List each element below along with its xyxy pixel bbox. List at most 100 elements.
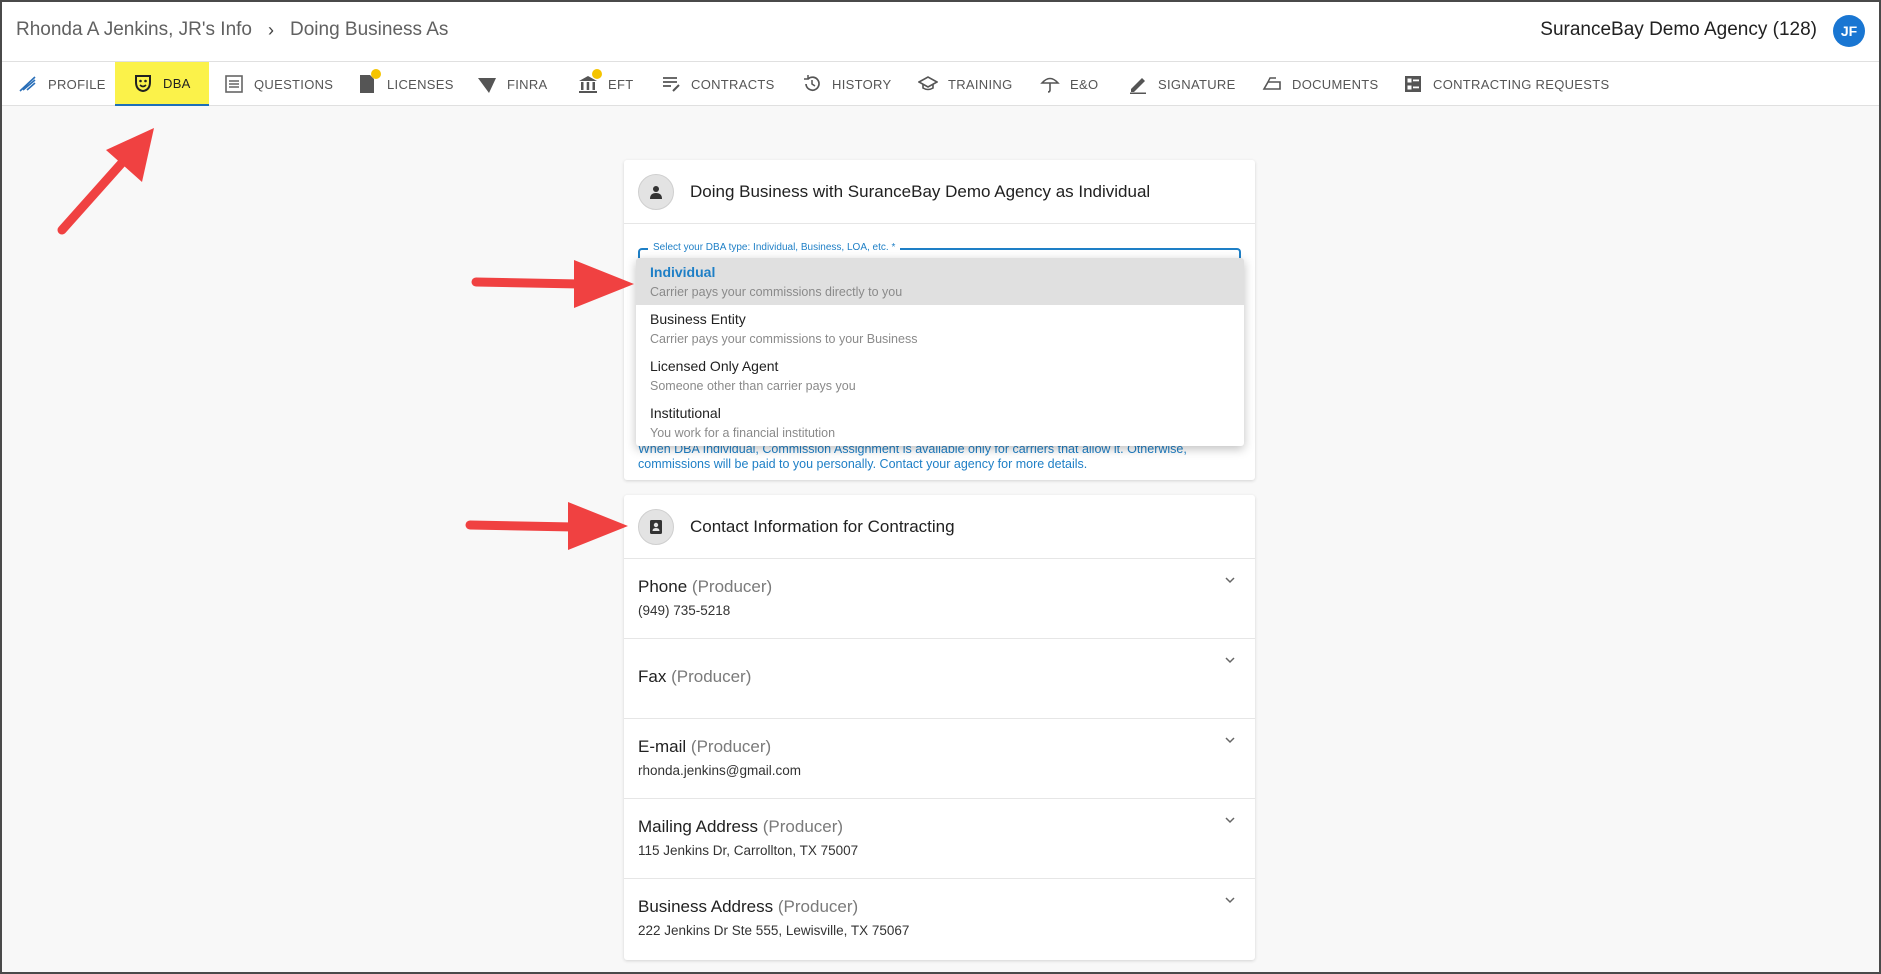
person-icon [638,173,674,210]
contact-badge-icon [638,508,674,545]
dba-option-licensed-only-agent[interactable]: Licensed Only Agent Someone other than c… [636,352,1244,399]
umbrella-icon [1040,74,1060,94]
contact-row-business-address[interactable]: Business Address (Producer) 222 Jenkins … [624,879,1255,959]
row-label: Phone [638,577,688,596]
dba-option-institutional[interactable]: Institutional You work for a financial i… [636,399,1244,446]
row-role: (Producer) [690,737,772,756]
row-role: (Producer) [777,897,859,916]
row-title: Fax (Producer) [638,667,1241,687]
tab-training[interactable]: TRAINING [917,62,1013,106]
tab-contracting-requests[interactable]: CONTRACTING REQUESTS [1403,62,1609,106]
row-value: rhonda.jenkins@gmail.com [638,763,802,778]
top-bar: Rhonda A Jenkins, JR's Info › Doing Busi… [0,0,1881,62]
tab-finra[interactable]: FINRA [477,62,548,106]
tab-label: QUESTIONS [254,76,334,92]
notification-badge [592,69,602,79]
row-label: Fax [638,667,667,686]
breadcrumb-separator-icon: › [268,19,274,40]
chevron-down-icon[interactable] [1223,813,1237,827]
tab-contracts[interactable]: CONTRACTS [661,62,775,106]
breadcrumb-parent[interactable]: Rhonda A Jenkins, JR's Info [16,19,252,41]
tab-licenses[interactable]: LICENSES [357,62,454,106]
row-title: Business Address (Producer) [638,897,1241,917]
dba-type-select-label: Select your DBA type: Individual, Busine… [648,242,901,253]
contracts-icon [661,74,681,94]
row-title: Phone (Producer) [638,577,1241,597]
option-label: Licensed Only Agent [650,358,779,374]
annotation-arrow-icon [465,502,628,550]
contact-card-header: Contact Information for Contracting [624,495,1255,559]
chevron-down-icon[interactable] [1223,733,1237,747]
chevron-down-icon[interactable] [1223,893,1237,907]
annotation-arrow-icon [471,260,634,308]
row-title: Mailing Address (Producer) [638,817,1241,837]
tab-label: FINRA [507,76,548,92]
dba-option-business-entity[interactable]: Business Entity Carrier pays your commis… [636,305,1244,352]
documents-icon [1262,74,1282,94]
breadcrumb: Rhonda A Jenkins, JR's Info › Doing Busi… [16,19,448,41]
tab-history[interactable]: HISTORY [802,62,891,106]
row-role: (Producer) [762,817,844,836]
dba-help-line-2: commissions will be paid to you personal… [638,457,1088,471]
tab-label: LICENSES [387,76,454,92]
option-description: Someone other than carrier pays you [650,379,856,393]
row-label: E-mail [638,737,687,756]
contact-card: Contact Information for Contracting Phon… [624,495,1255,960]
tab-questions[interactable]: QUESTIONS [224,62,333,106]
tab-eft[interactable]: EFT [578,62,633,106]
profile-icon [18,74,38,94]
dba-card-header: Doing Business with SuranceBay Demo Agen… [624,160,1255,224]
bank-icon [578,69,602,94]
agency-name[interactable]: SuranceBay Demo Agency (128) [1540,19,1817,41]
tab-e-and-o[interactable]: E&O [1040,62,1098,106]
dba-type-dropdown-menu: Individual Carrier pays your commissions… [636,258,1244,446]
tab-label: SIGNATURE [1158,76,1236,92]
tab-label: CONTRACTING REQUESTS [1433,76,1610,92]
history-icon [802,74,822,94]
row-role: (Producer) [691,577,773,596]
row-label: Mailing Address [638,817,759,836]
row-value: (949) 735-5218 [638,603,731,618]
tab-bar: PROFILE DBA QUESTIONS LICENSES FINRA EFT [0,62,1881,106]
dba-option-individual[interactable]: Individual Carrier pays your commissions… [636,258,1244,305]
tab-label: PROFILE [48,76,106,92]
tab-dba[interactable]: DBA [115,62,209,106]
graduation-cap-icon [917,74,939,94]
tab-label: CONTRACTS [691,76,775,92]
dba-mask-icon [133,73,153,93]
contact-row-phone[interactable]: Phone (Producer) (949) 735-5218 [624,559,1255,639]
contact-row-email[interactable]: E-mail (Producer) rhonda.jenkins@gmail.c… [624,719,1255,799]
annotation-arrow-icon [57,128,154,235]
tab-documents[interactable]: DOCUMENTS [1262,62,1378,106]
questions-list-icon [224,74,244,94]
row-title: E-mail (Producer) [638,737,1241,757]
option-label: Business Entity [650,311,746,327]
tab-label: DOCUMENTS [1292,76,1379,92]
option-description: You work for a financial institution [650,426,836,440]
dba-help-text: When DBA Individual, Commission Assignme… [638,442,1238,472]
breadcrumb-current: Doing Business As [290,19,449,40]
option-description: Carrier pays your commissions directly t… [650,285,903,299]
contact-card-title: Contact Information for Contracting [690,516,955,536]
dba-card-title: Doing Business with SuranceBay Demo Agen… [690,181,1151,201]
tab-profile[interactable]: PROFILE [18,62,106,106]
row-value: 222 Jenkins Dr Ste 555, Lewisville, TX 7… [638,923,910,938]
pen-icon [1128,74,1148,94]
user-avatar[interactable]: JF [1833,15,1865,47]
tab-signature[interactable]: SIGNATURE [1128,62,1236,106]
contact-row-mailing-address[interactable]: Mailing Address (Producer) 115 Jenkins D… [624,799,1255,879]
tab-label: TRAINING [948,76,1013,92]
contact-row-fax[interactable]: Fax (Producer) [624,639,1255,719]
tab-label: HISTORY [832,76,892,92]
option-label: Institutional [650,405,721,421]
finra-icon [477,74,497,94]
notification-badge [371,69,381,79]
row-role: (Producer) [671,667,752,686]
row-value: 115 Jenkins Dr, Carrollton, TX 75007 [638,843,859,858]
license-icon [357,69,381,94]
row-label: Business Address [638,897,774,916]
chevron-down-icon[interactable] [1223,573,1237,587]
tab-label: DBA [163,75,191,91]
chevron-down-icon[interactable] [1223,653,1237,667]
option-description: Carrier pays your commissions to your Bu… [650,332,918,346]
